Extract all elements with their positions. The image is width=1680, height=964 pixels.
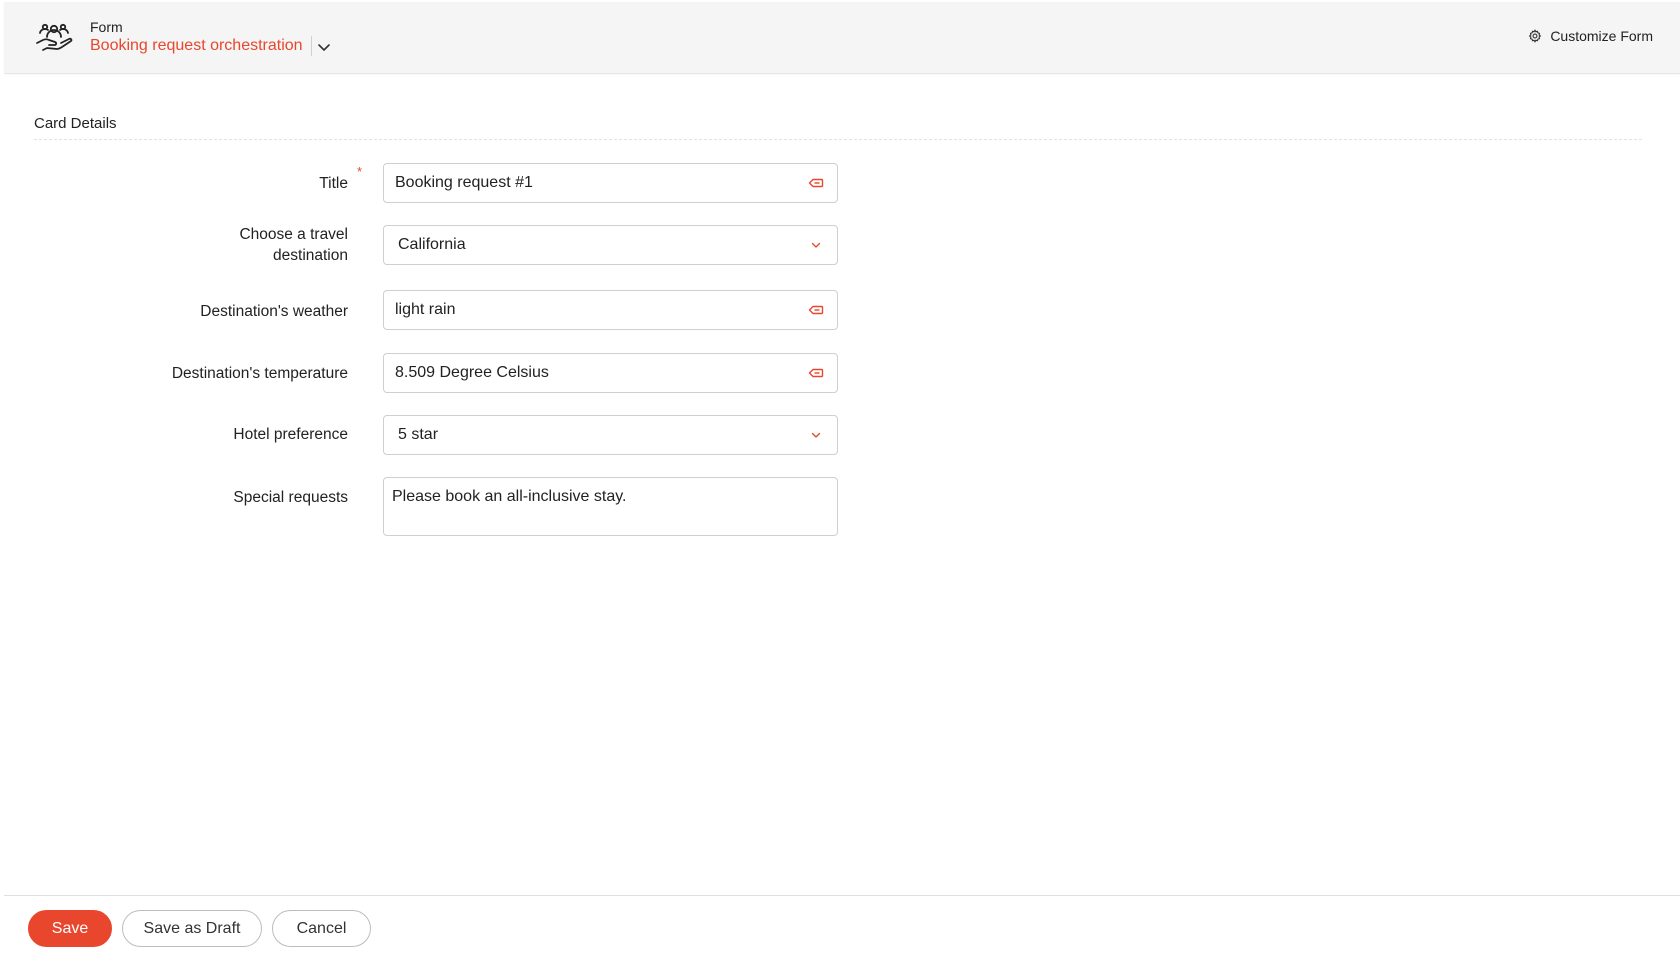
temperature-input[interactable]: 8.509 Degree Celsius [383,353,838,393]
weather-label: Destination's weather [200,303,348,320]
temperature-label: Destination's temperature [171,365,348,382]
customize-form-label: Customize Form [1550,28,1653,44]
hotel-value: 5 star [398,426,439,443]
special-requests-textarea[interactable]: Please book an all-inclusive stay. [383,477,838,536]
special-requests-label: Special requests [233,489,348,506]
weather-input[interactable]: light rain [383,290,838,330]
save-as-draft-button[interactable]: Save as Draft [122,910,262,947]
chevron-down-icon[interactable] [806,235,826,255]
cancel-button[interactable]: Cancel [272,910,371,947]
hand-people-icon [36,23,73,51]
destination-value: California [398,236,466,253]
tag-icon[interactable] [806,173,826,193]
section-divider [34,139,1642,140]
required-marker: * [357,164,363,179]
title-divider [311,36,312,56]
gear-icon [1529,29,1542,43]
destination-label-line1: Choose a travel [239,226,348,243]
section-title: Card Details [34,115,117,132]
save-button[interactable]: Save [28,910,112,947]
title-label: Title [319,175,348,192]
form-kicker-label: Form [90,19,123,35]
title-input[interactable]: Booking request #1 [383,163,838,203]
form-footer: Save Save as Draft Cancel [4,895,1680,964]
temperature-value: 8.509 Degree Celsius [395,364,549,381]
chevron-down-icon[interactable] [806,425,826,445]
tag-icon[interactable] [806,300,826,320]
title-value: Booking request #1 [395,174,533,191]
hotel-label: Hotel preference [233,426,348,443]
weather-value: light rain [395,301,456,318]
destination-select[interactable]: California [383,225,838,265]
hotel-select[interactable]: 5 star [383,415,838,455]
destination-label-line2: destination [273,247,348,264]
chevron-down-icon[interactable] [315,38,333,56]
form-name-title[interactable]: Booking request orchestration [90,37,303,55]
tag-icon[interactable] [806,363,826,383]
customize-form-button[interactable]: Customize Form [1528,28,1653,44]
form-header: Form Booking request orchestration Custo… [4,2,1680,74]
